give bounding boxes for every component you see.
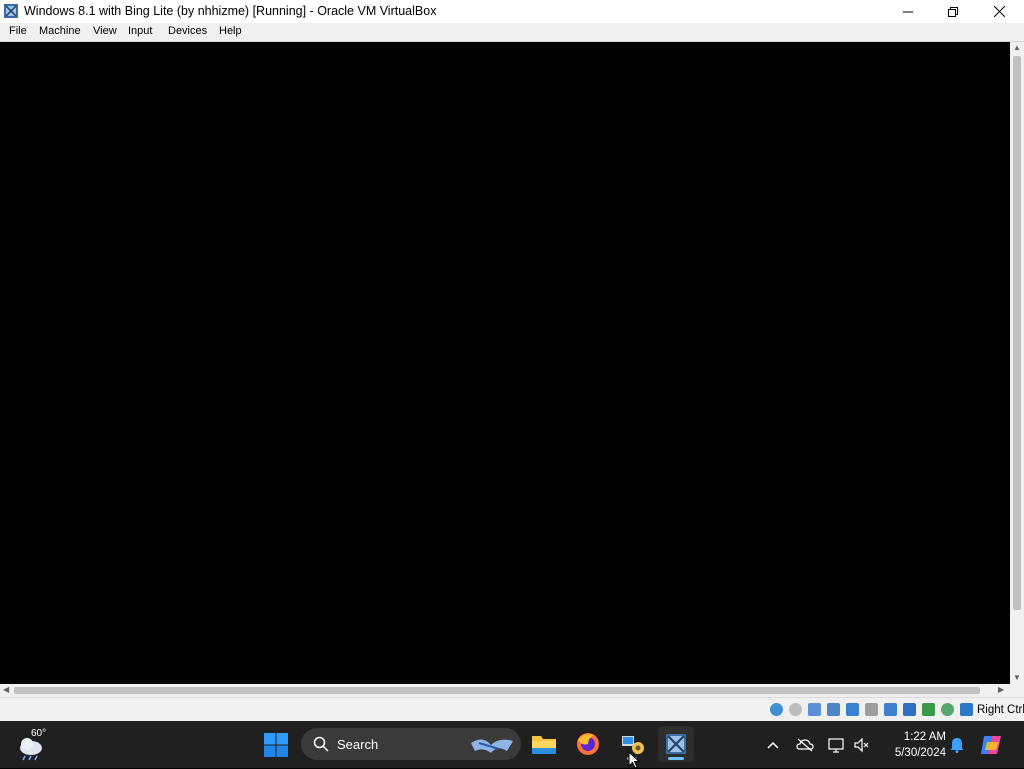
taskbar-search[interactable]: Search [301, 728, 521, 760]
file-explorer-icon [532, 736, 556, 754]
maximize-button[interactable] [930, 0, 976, 23]
title-bar[interactable]: Windows 8.1 with Bing Lite (by nhhizme) … [0, 0, 1024, 23]
status-bar: Right Ctrl [0, 697, 1024, 722]
firefox-icon [577, 733, 599, 755]
start-button[interactable] [262, 731, 290, 759]
hard-disk-icon[interactable] [770, 703, 783, 716]
vm-display[interactable] [0, 42, 1010, 684]
menu-devices[interactable]: Devices [168, 25, 207, 37]
show-hidden-icons-icon[interactable] [766, 740, 780, 750]
notification-bell-icon[interactable] [950, 737, 964, 753]
active-indicator [668, 757, 684, 760]
horizontal-scroll-thumb[interactable] [14, 687, 980, 694]
recording-icon[interactable] [903, 703, 916, 716]
menu-view[interactable]: View [93, 25, 117, 37]
copilot-icon[interactable] [979, 732, 1005, 758]
firefox-button[interactable] [570, 726, 606, 762]
clock-time: 1:22 AM [903, 731, 946, 743]
scroll-right-icon[interactable]: ▶ [998, 686, 1004, 694]
volume-muted-icon[interactable] [854, 737, 870, 753]
weather-widget[interactable]: 60° [12, 726, 56, 764]
scroll-up-icon[interactable]: ▲ [1013, 44, 1021, 52]
optical-drive-icon[interactable] [789, 703, 802, 716]
close-button[interactable] [976, 0, 1022, 23]
window-title: Windows 8.1 with Bing Lite (by nhhizme) … [24, 4, 437, 18]
menu-help[interactable]: Help [219, 25, 242, 37]
search-icon [313, 736, 329, 752]
weather-temperature: 60° [31, 728, 47, 739]
mouse-cursor-icon [628, 751, 640, 769]
host-key-icon[interactable] [960, 703, 973, 716]
cpu-icon[interactable] [922, 703, 935, 716]
menu-file[interactable]: File [9, 25, 27, 37]
vertical-scroll-thumb[interactable] [1013, 56, 1021, 610]
file-explorer-button[interactable] [526, 726, 562, 762]
virtualbox-icon [3, 3, 19, 19]
display-icon[interactable] [884, 703, 897, 716]
network-icon[interactable] [827, 703, 840, 716]
audio-icon[interactable] [808, 703, 821, 716]
onedrive-icon[interactable] [796, 738, 814, 752]
menu-bar: File Machine View Input Devices Help [0, 23, 1024, 42]
search-label: Search [337, 737, 379, 752]
minimize-button[interactable] [885, 0, 931, 23]
menu-machine[interactable]: Machine [39, 25, 81, 37]
clock[interactable]: 1:22 AM 5/30/2024 [880, 729, 946, 761]
taskbar: 60° Search 1:22 AM 5/30/2024 [0, 721, 1024, 769]
scroll-left-icon[interactable]: ◀ [3, 686, 9, 694]
windows-logo-icon [264, 733, 288, 757]
mouse-integration-icon[interactable] [941, 703, 954, 716]
menu-input[interactable]: Input [128, 25, 152, 37]
usb-icon[interactable] [846, 703, 859, 716]
clock-date: 5/30/2024 [894, 747, 946, 759]
horizontal-scrollbar[interactable]: ◀ ▶ [0, 684, 1010, 697]
shared-folders-icon[interactable] [865, 703, 878, 716]
scrollbar-corner [1010, 684, 1024, 697]
vertical-scrollbar[interactable]: ▲ ▼ [1010, 42, 1024, 684]
search-highlight-icon [471, 739, 513, 753]
scroll-down-icon[interactable]: ▼ [1013, 674, 1021, 682]
network-status-icon[interactable] [828, 737, 846, 753]
host-key-label[interactable]: Right Ctrl [977, 704, 1024, 716]
virtualbox-taskbar-button[interactable] [658, 726, 694, 762]
